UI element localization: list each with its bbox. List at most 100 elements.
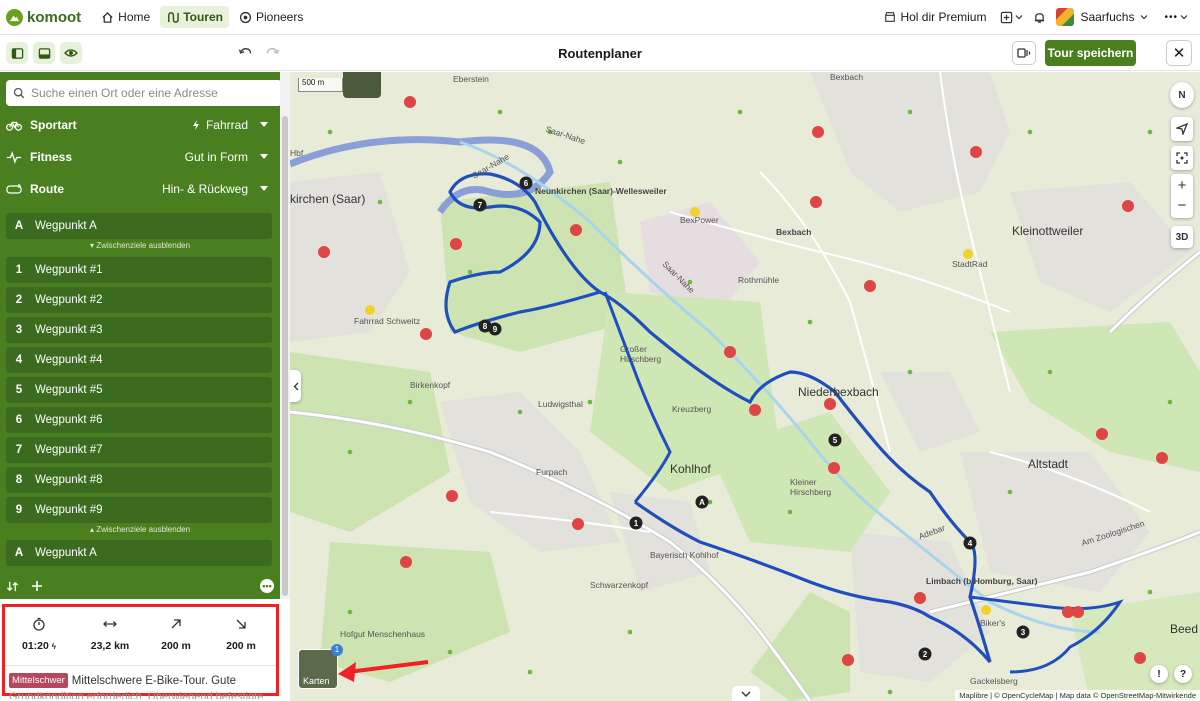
sport-type-selector[interactable]: Sportart Fahrrad: [0, 109, 280, 141]
waypoint-start[interactable]: A Wegpunkt A: [6, 213, 272, 239]
nav-pioneers[interactable]: Pioneers: [233, 6, 309, 28]
svg-text:3: 3: [1021, 628, 1026, 637]
location-arrow-icon: [1176, 123, 1188, 135]
map-canvas[interactable]: A 1 2 3 4 5 6 7 8 9 500 m Eberstein Bexb…: [290, 72, 1200, 701]
map-label: Limbach (b Homburg, Saar): [926, 576, 1038, 586]
fitness-selector[interactable]: Fitness Gut in Form: [0, 141, 280, 173]
bike-icon: [6, 121, 22, 131]
svg-text:9: 9: [493, 325, 498, 334]
waypoint-item[interactable]: 5 Wegpunkt #5: [6, 377, 272, 403]
reverse-route-icon[interactable]: [6, 580, 19, 593]
compass-icon: N: [1178, 89, 1186, 101]
sidebar-scrollbar[interactable]: [280, 72, 290, 599]
search-input[interactable]: Suche einen Ort oder eine Adresse: [6, 80, 282, 106]
sidebar-icon: [11, 47, 23, 59]
waypoint-item[interactable]: 7 Wegpunkt #7: [6, 437, 272, 463]
waypoint-number: 2: [15, 294, 23, 306]
planner-sidebar: Suche einen Ort oder eine Adresse Sporta…: [0, 72, 290, 701]
map-label: Kohlhof: [670, 462, 711, 476]
collapse-sidebar-button[interactable]: [290, 370, 301, 402]
fullscreen-icon: [1176, 152, 1188, 164]
map-label: Hbf: [290, 148, 304, 158]
map-label: Altstadt: [1028, 457, 1069, 471]
chevron-down-icon: [1180, 15, 1188, 20]
komoot-logo-icon: [6, 8, 23, 26]
map-layers-label: Karten: [303, 676, 330, 686]
route-type-selector[interactable]: Route Hin- & Rückweg: [0, 173, 280, 205]
waypoint-item[interactable]: 8 Wegpunkt #8: [6, 467, 272, 493]
svg-text:6: 6: [524, 179, 529, 188]
map-label: Birkenkopf: [410, 380, 451, 390]
waypoint-label: Wegpunkt #7: [35, 444, 103, 456]
help-icon: ?: [1179, 668, 1187, 680]
tour-stats-panel: 01:20 ϟ 23,2 km 200 m 200 m Mittelschwer…: [2, 604, 279, 699]
waypoint-item[interactable]: 4 Wegpunkt #4: [6, 347, 272, 373]
map-label: Bayerisch Kohlhof: [650, 550, 719, 560]
map-label: Kleinottweiler: [1012, 224, 1084, 238]
waypoint-item[interactable]: 2 Wegpunkt #2: [6, 287, 272, 313]
map-label: Bexbach: [830, 72, 864, 82]
more-icon: •••: [1164, 11, 1178, 23]
nav-tours[interactable]: Touren: [160, 6, 229, 28]
create-button[interactable]: [1000, 11, 1023, 24]
waypoint-end[interactable]: A Wegpunkt A: [6, 540, 272, 566]
info-button[interactable]: !: [1150, 665, 1168, 683]
zoom-in-button[interactable]: +: [1178, 176, 1187, 196]
fitness-value: Gut in Form: [184, 150, 248, 164]
more-menu[interactable]: •••: [1164, 12, 1188, 23]
satellite-thumbnail[interactable]: [343, 72, 381, 98]
komoot-logo[interactable]: komoot: [6, 8, 81, 26]
undo-icon[interactable]: [238, 45, 253, 60]
compass-button[interactable]: N: [1170, 82, 1194, 108]
ascent-value: 200 m: [161, 640, 191, 652]
fullscreen-button[interactable]: [1171, 146, 1193, 170]
shop-icon: [885, 12, 896, 22]
zoom-out-button[interactable]: −: [1178, 196, 1187, 216]
map-layers-button[interactable]: 1 Karten: [298, 644, 343, 689]
3d-toggle-button[interactable]: 3D: [1171, 226, 1193, 248]
expand-bottom-panel-button[interactable]: [732, 686, 760, 701]
distance-stat: 23,2 km: [80, 617, 140, 652]
waypoint-label: Wegpunkt A: [35, 220, 97, 232]
waypoint-number: 5: [15, 384, 23, 396]
waypoint-number: 9: [15, 504, 23, 516]
map-attribution[interactable]: Maplibre | © OpenCycleMap | Map data © O…: [955, 690, 1200, 701]
visibility-button[interactable]: [60, 42, 82, 64]
nav-home[interactable]: Home: [95, 6, 156, 28]
waypoint-label: Wegpunkt #9: [35, 504, 103, 516]
fitness-label: Fitness: [30, 150, 73, 164]
waypoint-item[interactable]: 9 Wegpunkt #9: [6, 497, 272, 523]
search-icon: [13, 87, 25, 99]
map-label: Kreuzberg: [672, 404, 712, 414]
locate-button[interactable]: [1171, 117, 1193, 141]
chevron-down-icon: [1141, 15, 1148, 20]
waypoint-item[interactable]: 6 Wegpunkt #6: [6, 407, 272, 433]
lightning-icon: [192, 120, 199, 130]
toggle-bottom-panel-button[interactable]: [33, 42, 55, 64]
difficulty-badge: Mittelschwer: [9, 673, 68, 688]
svg-text:7: 7: [478, 201, 483, 210]
add-waypoint-icon[interactable]: [31, 580, 43, 592]
waypoint-item[interactable]: 1 Wegpunkt #1: [6, 257, 272, 283]
premium-link[interactable]: Hol dir Premium: [884, 10, 986, 24]
waypoint-number: 6: [15, 414, 23, 426]
waypoint-item[interactable]: 3 Wegpunkt #3: [6, 317, 272, 343]
more-options-icon[interactable]: •••: [260, 579, 274, 593]
hide-waypoints-toggle-bottom[interactable]: ▴ Zwischenziele ausblenden: [0, 525, 280, 537]
redo-icon[interactable]: [265, 45, 280, 60]
bell-icon[interactable]: [1033, 11, 1046, 24]
route-type-label: Route: [30, 182, 64, 196]
close-button[interactable]: ✕: [1166, 40, 1192, 66]
save-tour-button[interactable]: Tour speichern: [1045, 40, 1136, 66]
route-sync-button[interactable]: [1012, 41, 1036, 65]
hide-waypoints-toggle-top[interactable]: ▾ Zwischenziele ausblenden: [0, 241, 280, 253]
svg-text:8: 8: [483, 322, 488, 331]
plus-square-icon: [1001, 11, 1013, 23]
waypoint-number: 7: [15, 444, 23, 456]
help-button[interactable]: ?: [1174, 665, 1192, 683]
scrollbar-thumb[interactable]: [282, 116, 288, 596]
user-menu[interactable]: Saarfuchs: [1056, 8, 1148, 26]
toggle-sidebar-button[interactable]: [6, 42, 28, 64]
descent-value: 200 m: [226, 640, 256, 652]
top-navigation: komoot Home Touren Pioneers Hol dir Prem…: [0, 0, 1200, 35]
